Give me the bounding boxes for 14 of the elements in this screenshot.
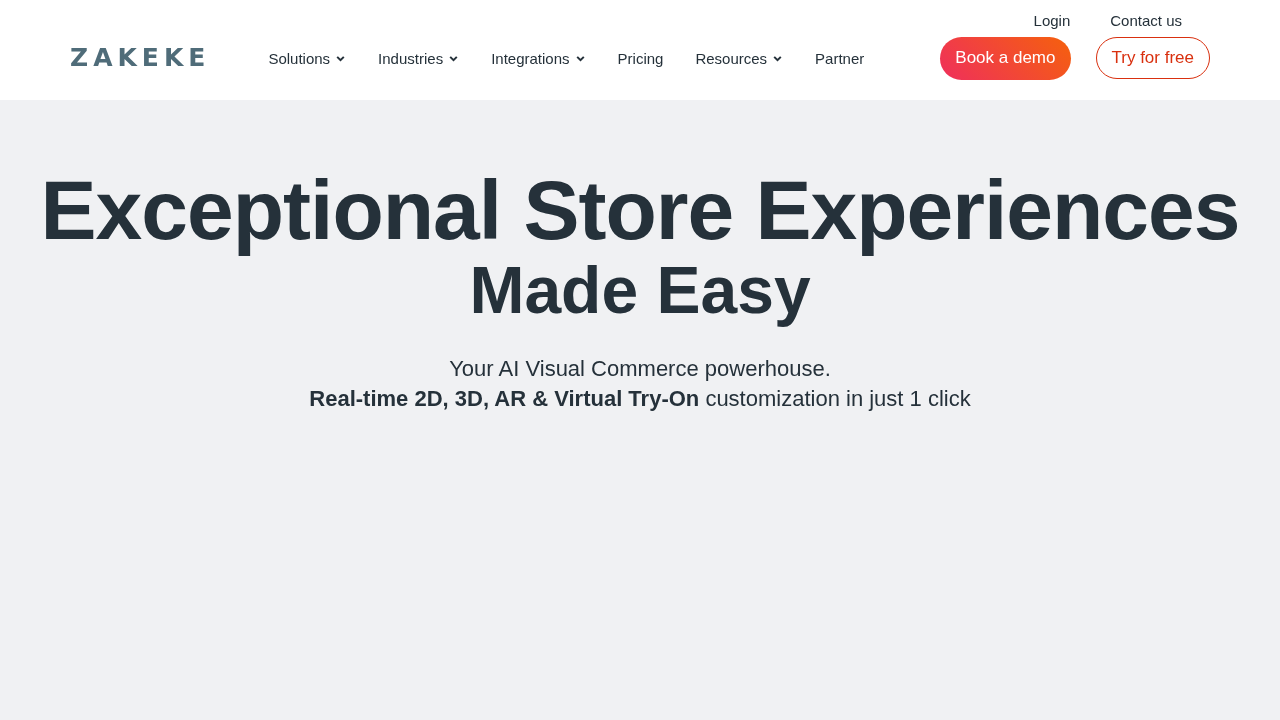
top-link[interactable]: Contact us [1102,12,1190,32]
nav-link[interactable]: Integrations [475,49,602,67]
hero-subtitle: Your AI Visual Commerce powerhouse. [448,355,832,383]
book-demo-button[interactable]: Book a demo [940,36,1071,80]
hero-subtitle: Real-time 2D, 3D, AR & Virtual Try-On customization in just 1 click [308,385,972,413]
logo[interactable]: ZAKEKE [70,40,213,76]
hero-title: Made Easy [469,253,811,328]
nav-link[interactable]: Industries [362,49,476,67]
nav-link[interactable]: Pricing [601,49,680,67]
nav-link[interactable]: Solutions [252,49,363,67]
try-free-button[interactable]: Try for free [1095,37,1210,79]
nav-link[interactable]: Resources [679,49,800,67]
top-link[interactable]: Login [1025,12,1079,32]
nav-link[interactable]: Partner [799,49,881,67]
